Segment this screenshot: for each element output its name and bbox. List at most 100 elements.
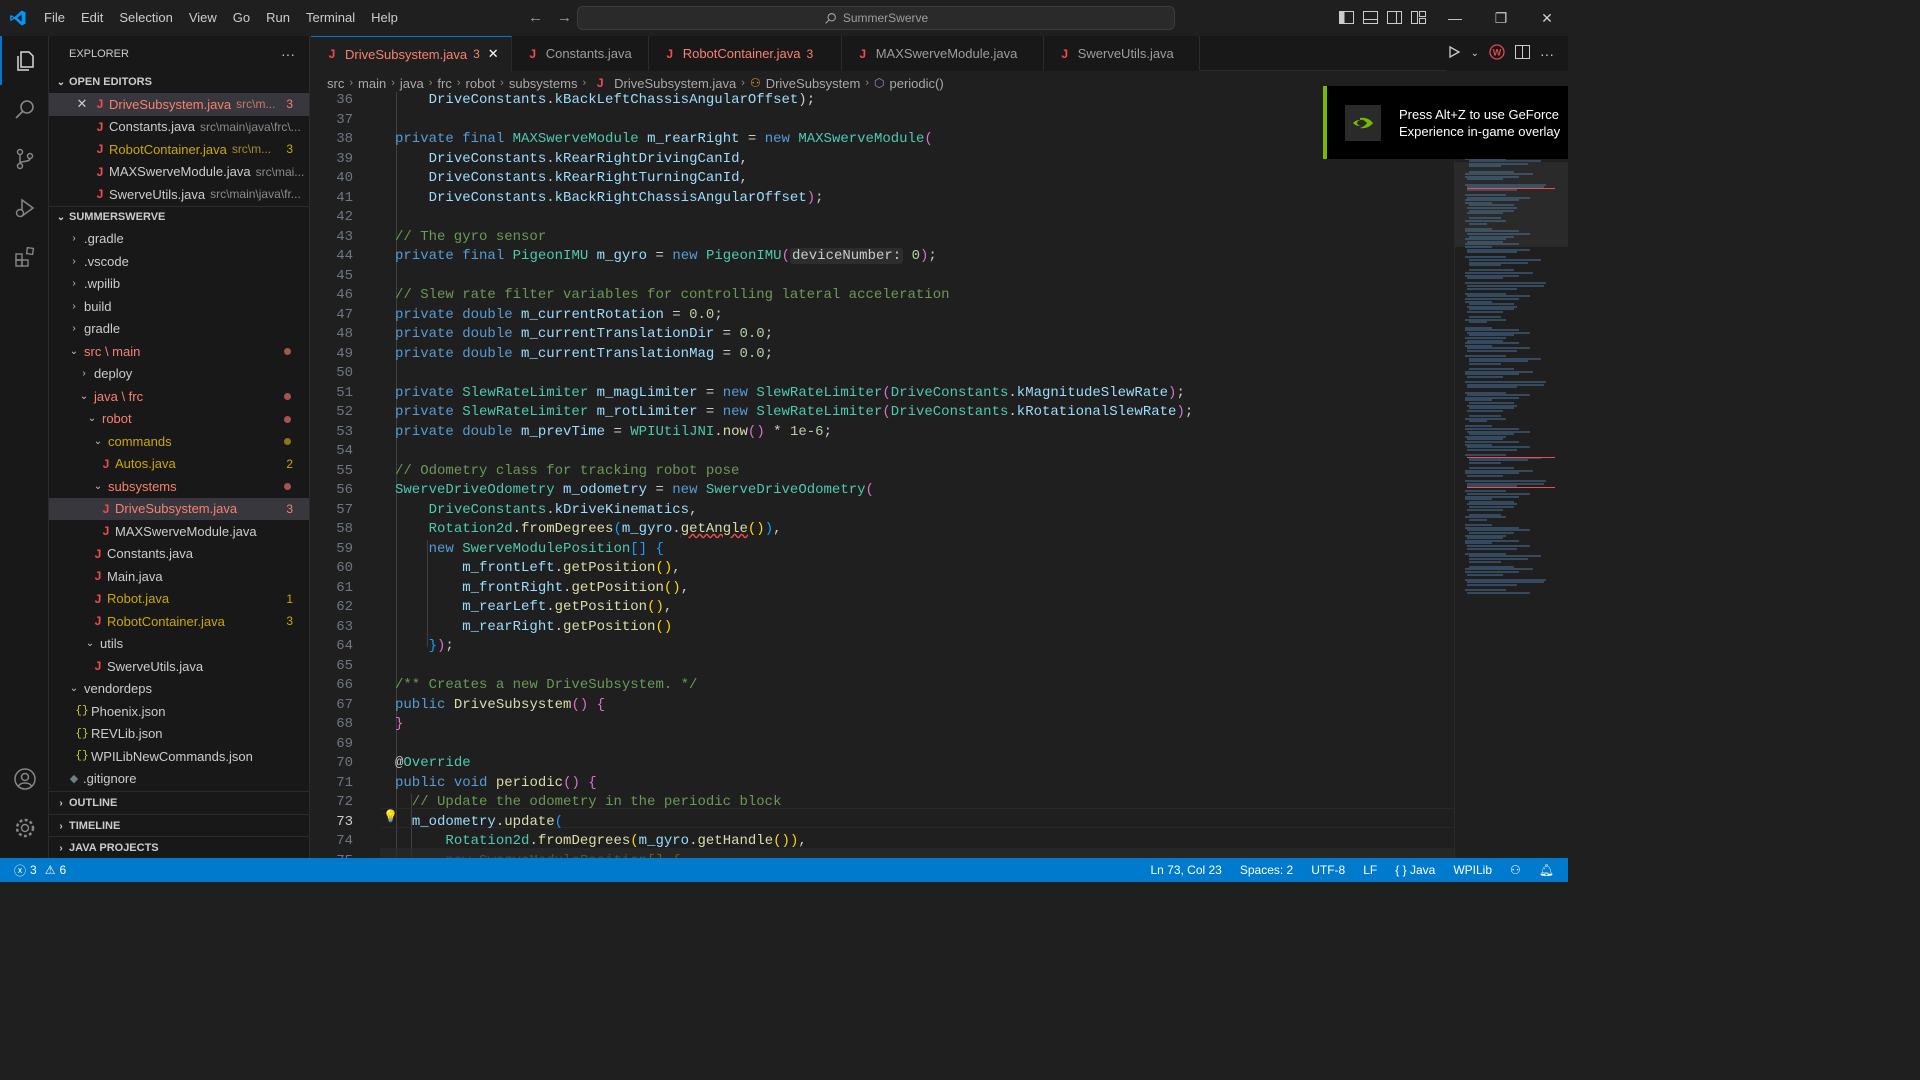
open-editors-section[interactable]: ⌄ OPEN EDITORS <box>49 71 309 93</box>
menu-file[interactable]: File <box>36 0 73 36</box>
menu-edit[interactable]: Edit <box>73 0 111 36</box>
end-of-line[interactable]: LF <box>1363 863 1377 877</box>
code-line[interactable]: 68} <box>311 715 1454 735</box>
tree-folder[interactable]: › .wpilib <box>49 273 309 296</box>
code-line[interactable]: 37 <box>311 111 1454 131</box>
open-editor-item[interactable]: J RobotContainer.java src\m... 3 <box>49 138 309 161</box>
indentation[interactable]: Spaces: 2 <box>1240 863 1293 877</box>
toggle-primary-sidebar-icon[interactable] <box>1338 9 1354 25</box>
project-section[interactable]: ⌄ SUMMERSWERVE <box>49 205 309 228</box>
run-debug-icon[interactable] <box>0 183 49 232</box>
close-icon[interactable]: ✕ <box>73 96 91 112</box>
code-line[interactable]: 50 <box>311 364 1454 384</box>
editor-more-icon[interactable]: ··· <box>1540 46 1554 62</box>
java-projects-section[interactable]: › JAVA PROJECTS <box>49 837 309 858</box>
code-line[interactable]: 63 m_rearRight.getPosition() <box>311 618 1454 638</box>
tree-folder[interactable]: ⌄ vendordeps <box>49 678 309 701</box>
customize-layout-icon[interactable] <box>1410 9 1426 25</box>
more-actions-icon[interactable]: ··· <box>281 46 295 62</box>
command-center-search[interactable]: SummerSwerve <box>577 6 1175 30</box>
accounts-icon[interactable] <box>0 754 49 803</box>
menu-go[interactable]: Go <box>225 0 258 36</box>
tree-file[interactable]: J SwerveUtils.java <box>49 655 309 678</box>
wpilib-icon[interactable]: W <box>1489 44 1505 63</box>
manage-gear-icon[interactable] <box>0 803 49 852</box>
menu-selection[interactable]: Selection <box>111 0 180 36</box>
forward-arrow-icon[interactable]: → <box>557 9 572 26</box>
code-line[interactable]: 69 <box>311 735 1454 755</box>
tree-file[interactable]: {} REVLib.json <box>49 723 309 746</box>
tree-folder[interactable]: ⌄ java \ frc <box>49 385 309 408</box>
code-line[interactable]: 44 private final PigeonIMU m_gyro = new P… <box>311 247 1454 267</box>
code-line[interactable]: 60 m_frontLeft.getPosition(), <box>311 559 1454 579</box>
code-line[interactable]: 65 <box>311 657 1454 677</box>
tab-drivesubsystem[interactable]: J DriveSubsystem.java 3 ✕ <box>311 36 512 71</box>
code-line[interactable]: 38 private final MAXSwerveModule m_rearRi… <box>311 130 1454 150</box>
feedback-icon[interactable]: ⚇ <box>1510 863 1521 877</box>
outline-section[interactable]: › OUTLINE <box>49 792 309 814</box>
code-line[interactable]: 72 // Update the odometry in the periodi… <box>311 793 1454 813</box>
tree-file[interactable]: J DriveSubsystem.java 3 <box>49 497 309 520</box>
tab-constants[interactable]: J Constants.java <box>511 36 649 71</box>
extensions-icon[interactable] <box>0 232 49 281</box>
restore-icon[interactable]: ❐ <box>1478 0 1524 36</box>
geforce-overlay-toast[interactable]: Press Alt+Z to use GeForce Experience in… <box>1323 86 1568 159</box>
tree-file[interactable]: ◆ .gitignore <box>49 768 309 791</box>
code-line[interactable]: 73 m_odometry.update( <box>311 813 1454 833</box>
tree-folder[interactable]: ⌄ robot <box>49 408 309 431</box>
problems-indicator[interactable]: ⓧ 3 ⚠ 6 <box>0 862 66 879</box>
tree-folder[interactable]: › gradle <box>49 318 309 341</box>
tree-folder[interactable]: ⌄ utils <box>49 633 309 656</box>
code-line[interactable]: 40 DriveConstants.kRearRightTurningCanId… <box>311 169 1454 189</box>
code-line[interactable]: 62 m_rearLeft.getPosition(), <box>311 598 1454 618</box>
code-line[interactable]: 48 private double m_currentTranslationDir… <box>311 325 1454 345</box>
tree-file[interactable]: {} Phoenix.json <box>49 700 309 723</box>
tree-folder[interactable]: › build <box>49 295 309 318</box>
open-editor-item[interactable]: J Constants.java src\main\java\frc\... <box>49 116 309 139</box>
split-editor-icon[interactable] <box>1515 45 1530 62</box>
code-editor[interactable]: 36 DriveConstants.kBackLeftChassisAngula… <box>311 92 1454 858</box>
code-line[interactable]: 41 DriveConstants.kBackRightChassisAngul… <box>311 189 1454 209</box>
bell-icon[interactable]: 🔔︎ <box>1539 863 1554 877</box>
code-line[interactable]: 71 public void periodic() { <box>311 774 1454 794</box>
search-activity-icon[interactable] <box>0 85 49 134</box>
code-line[interactable]: 51 private SlewRateLimiter m_magLimiter =… <box>311 384 1454 404</box>
code-line[interactable]: 64 }); <box>311 637 1454 657</box>
code-line[interactable]: 43 // The gyro sensor <box>311 228 1454 248</box>
breadcrumb-item[interactable]: periodic() <box>890 76 944 91</box>
breadcrumb-item[interactable]: src <box>327 76 344 91</box>
open-editor-item[interactable]: J MAXSwerveModule.java src\mai... <box>49 161 309 184</box>
breadcrumb-item[interactable]: robot <box>466 76 496 91</box>
breadcrumb-item[interactable]: subsystems <box>509 76 578 91</box>
code-line[interactable]: 49 private double m_currentTranslationMag… <box>311 345 1454 365</box>
code-line[interactable]: 36 DriveConstants.kBackLeftChassisAngula… <box>311 92 1454 111</box>
code-line[interactable]: 55 // Odometry class for tracking robot p… <box>311 462 1454 482</box>
tree-file[interactable]: J Robot.java 1 <box>49 588 309 611</box>
tree-folder[interactable]: ⌄ commands <box>49 430 309 453</box>
explorer-icon[interactable] <box>0 36 49 85</box>
tree-file[interactable]: J Constants.java <box>49 543 309 566</box>
toggle-panel-icon[interactable] <box>1362 9 1378 25</box>
toggle-secondary-sidebar-icon[interactable] <box>1386 9 1402 25</box>
menu-view[interactable]: View <box>181 0 225 36</box>
tree-folder[interactable]: ⌄ src \ main <box>49 340 309 363</box>
tree-folder[interactable]: ⌄ subsystems <box>49 475 309 498</box>
close-tab-icon[interactable]: ✕ <box>488 46 499 62</box>
code-line[interactable]: 58 Rotation2d.fromDegrees(m_gyro.getAngl… <box>311 520 1454 540</box>
breadcrumb-item[interactable]: DriveSubsystem <box>766 76 861 91</box>
code-line[interactable]: 56 SwerveDriveOdometry m_odometry = new S… <box>311 481 1454 501</box>
breadcrumb-item[interactable]: java <box>400 76 424 91</box>
tab-swerveutils[interactable]: J SwerveUtils.java <box>1043 36 1200 71</box>
tree-file[interactable]: J MAXSwerveModule.java <box>49 520 309 543</box>
minimap[interactable] <box>1454 92 1568 858</box>
lightbulb-icon[interactable]: 💡 <box>383 809 398 823</box>
encoding[interactable]: UTF-8 <box>1311 863 1345 877</box>
code-line[interactable]: 53 private double m_prevTime = WPIUtilJNI… <box>311 423 1454 443</box>
run-icon[interactable] <box>1447 45 1461 62</box>
tree-folder[interactable]: › deploy <box>49 363 309 386</box>
wpilib-status[interactable]: WPILib <box>1453 863 1492 877</box>
tab-maxswervemodule[interactable]: J MAXSwerveModule.java <box>841 36 1044 71</box>
breadcrumb-item[interactable]: DriveSubsystem.java <box>614 76 736 91</box>
timeline-section[interactable]: › TIMELINE <box>49 815 309 837</box>
breadcrumb-item[interactable]: frc <box>437 76 451 91</box>
